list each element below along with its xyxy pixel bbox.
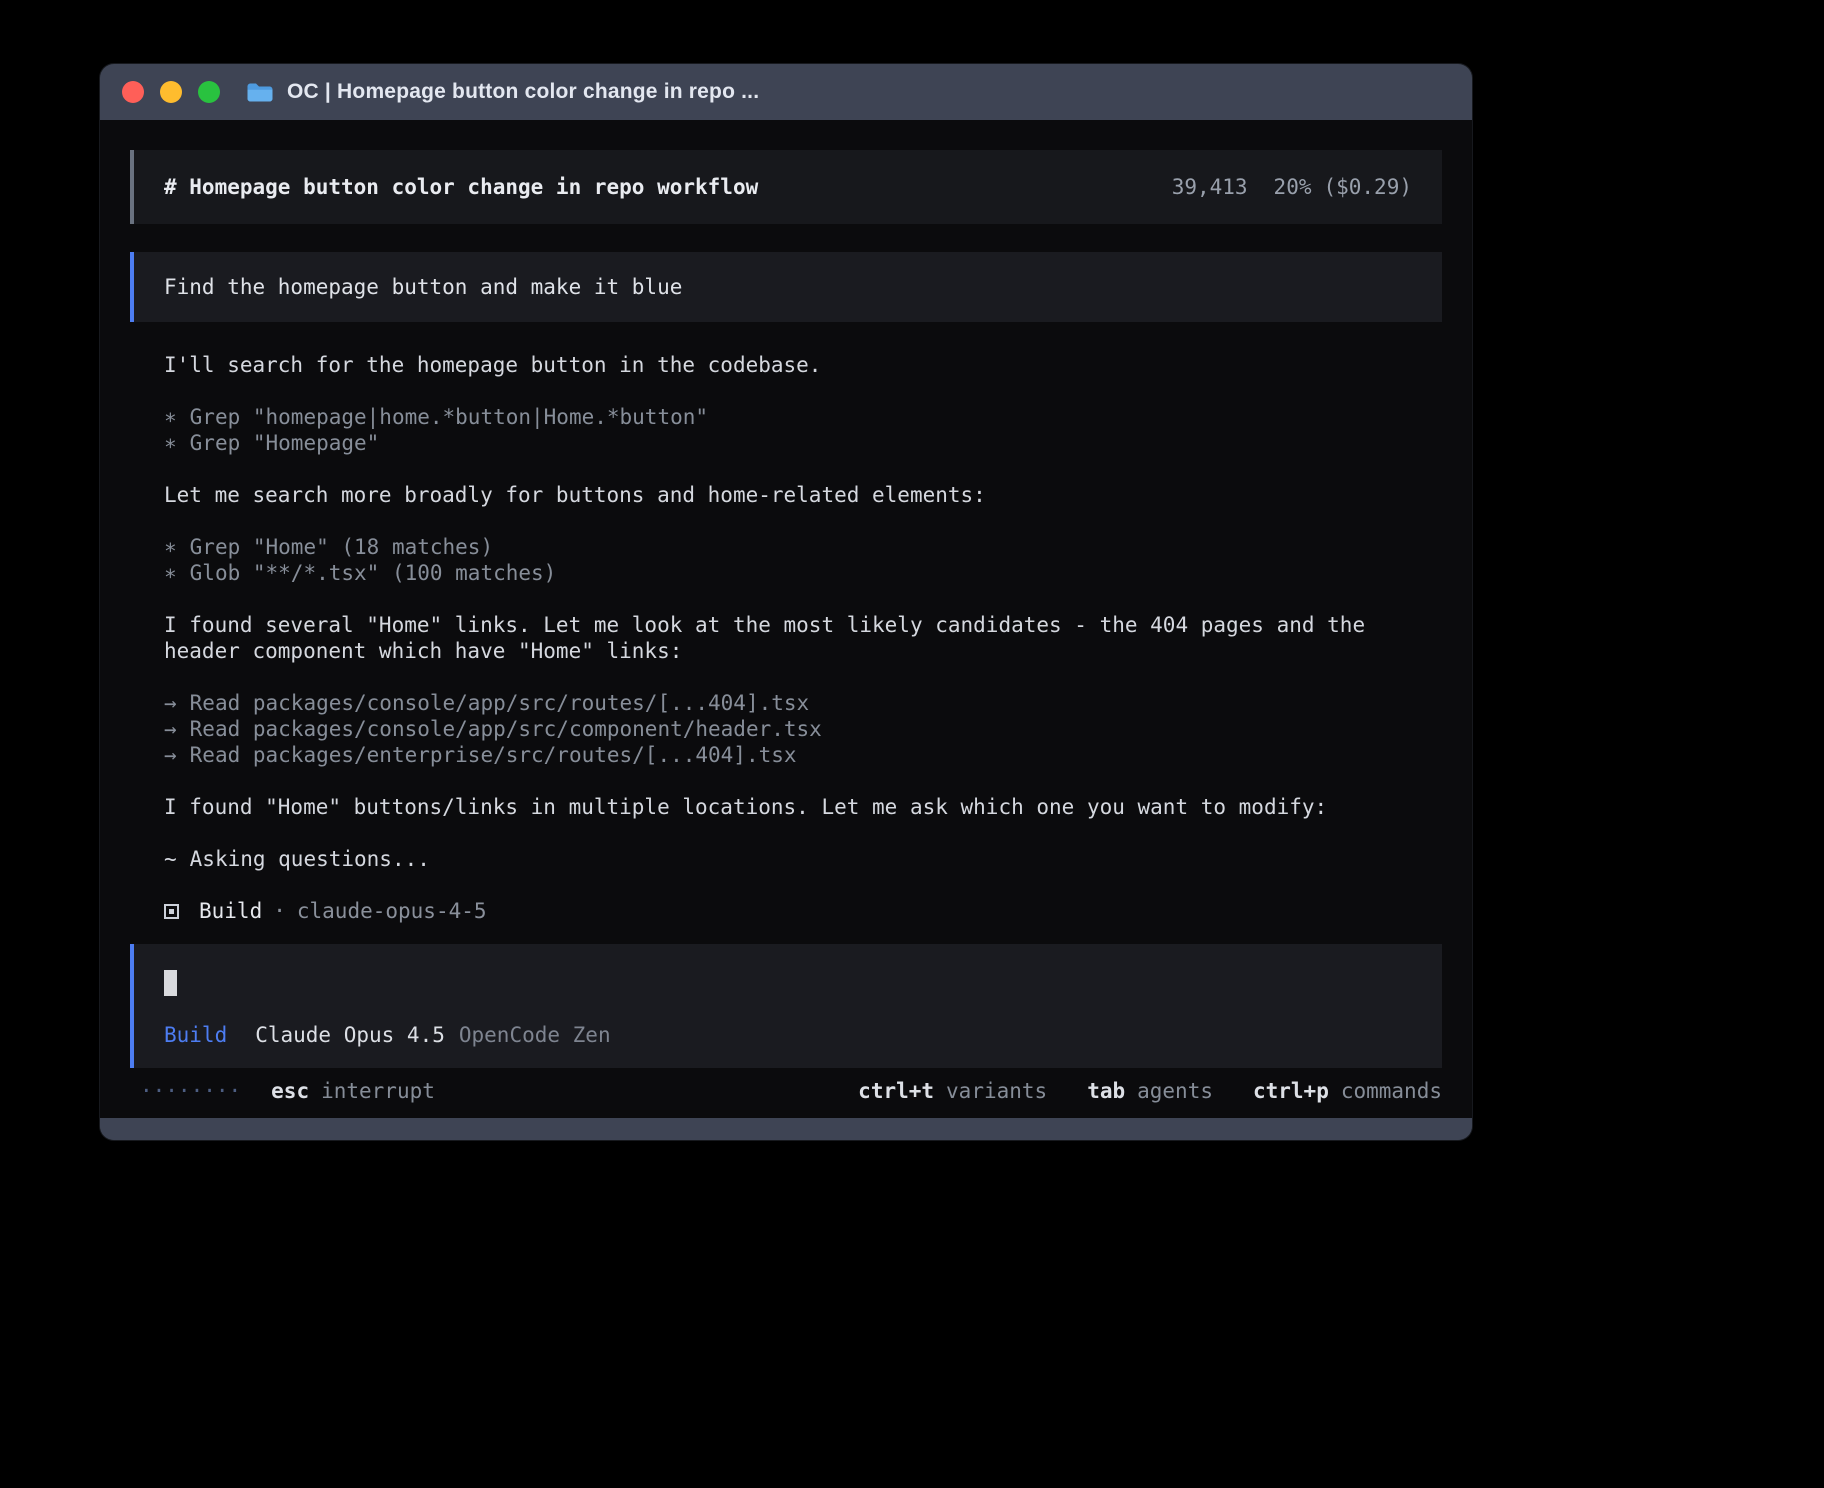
terminal-content: # Homepage button color change in repo w… bbox=[100, 120, 1472, 1118]
window-title-group: OC | Homepage button color change in rep… bbox=[246, 80, 759, 104]
session-header: # Homepage button color change in repo w… bbox=[130, 150, 1442, 224]
agent-model: claude-opus-4-5 bbox=[297, 898, 487, 924]
keybind-key: ctrl+p bbox=[1253, 1079, 1329, 1103]
arrow-right-icon: → bbox=[164, 717, 177, 741]
tool-call-line: ∗ Grep "Home" (18 matches) bbox=[164, 534, 1438, 560]
assistant-text-line: I found several "Home" links. Let me loo… bbox=[164, 612, 1438, 664]
asterisk-tool-icon: ∗ bbox=[164, 535, 177, 559]
traffic-lights bbox=[122, 81, 220, 103]
keybind-key: esc bbox=[271, 1079, 309, 1103]
zoom-button[interactable] bbox=[198, 81, 220, 103]
tool-call-line: ∗ Grep "Homepage" bbox=[164, 430, 1438, 456]
keybind-hint-esc: esc interrupt bbox=[271, 1078, 435, 1104]
keybind-hints-left: esc interrupt bbox=[271, 1078, 435, 1104]
tool-call-line: → Read packages/enterprise/src/routes/[..… bbox=[164, 742, 1438, 768]
agent-badge-line: Build · claude-opus-4-5 bbox=[164, 898, 1438, 924]
tool-call-text: Grep "homepage|home.*button|Home.*button… bbox=[190, 405, 708, 429]
folder-icon bbox=[246, 81, 274, 104]
blank-line bbox=[164, 456, 1438, 482]
close-button[interactable] bbox=[122, 81, 144, 103]
keybind-hints-right: ctrl+t variants tab agents ctrl+p commands bbox=[858, 1078, 1442, 1104]
agent-name: Build bbox=[199, 898, 262, 924]
spinner-dots-icon: ········ bbox=[140, 1078, 241, 1104]
conversation: I'll search for the homepage button in t… bbox=[130, 352, 1442, 924]
keybind-label: commands bbox=[1341, 1079, 1442, 1103]
tool-call-text: Grep "Homepage" bbox=[190, 431, 380, 455]
model-provider-label: OpenCode Zen bbox=[459, 1022, 611, 1048]
asterisk-tool-icon: ∗ bbox=[164, 405, 177, 429]
token-count: 39,413 bbox=[1172, 175, 1248, 199]
prompt-input-line bbox=[164, 970, 1412, 996]
model-name-label: Claude Opus 4.5 bbox=[255, 1022, 445, 1048]
window-bottom-edge bbox=[100, 1118, 1472, 1140]
terminal-window: OC | Homepage button color change in rep… bbox=[100, 64, 1472, 1140]
tool-call-line: → Read packages/console/app/src/routes/[.… bbox=[164, 690, 1438, 716]
working-status-line: ~ Asking questions... bbox=[164, 846, 1438, 872]
keybind-key: ctrl+t bbox=[858, 1079, 934, 1103]
tool-call-text: Grep "Home" (18 matches) bbox=[190, 535, 493, 559]
assistant-text-line: Let me search more broadly for buttons a… bbox=[164, 482, 1438, 508]
session-cost: ($0.29) bbox=[1323, 175, 1412, 199]
minimize-button[interactable] bbox=[160, 81, 182, 103]
arrow-right-icon: → bbox=[164, 743, 177, 767]
status-bar-left: ········ esc interrupt bbox=[140, 1078, 435, 1104]
keybind-key: tab bbox=[1087, 1079, 1125, 1103]
user-message: Find the homepage button and make it blu… bbox=[130, 252, 1442, 322]
tool-call-text: Glob "**/*.tsx" (100 matches) bbox=[190, 561, 557, 585]
keybind-hint-ctrl-t: ctrl+t variants bbox=[858, 1078, 1047, 1104]
keybind-label: variants bbox=[946, 1079, 1047, 1103]
tool-call-text: Read packages/enterprise/src/routes/[...… bbox=[190, 743, 797, 767]
session-stats: 39,413 20% ($0.29) bbox=[1172, 174, 1412, 200]
window-title: OC | Homepage button color change in rep… bbox=[287, 80, 759, 104]
status-bar: ········ esc interrupt ctrl+t variants taba… bbox=[130, 1078, 1442, 1104]
tool-call-text: Read packages/console/app/src/routes/[..… bbox=[190, 691, 810, 715]
assistant-text-line: I found "Home" buttons/links in multiple… bbox=[164, 794, 1438, 820]
keybind-label: interrupt bbox=[321, 1079, 435, 1103]
blank-line bbox=[164, 768, 1438, 794]
prompt-input[interactable]: Build Claude Opus 4.5 OpenCode Zen bbox=[130, 944, 1442, 1068]
tool-call-line: ∗ Grep "homepage|home.*button|Home.*butto… bbox=[164, 404, 1438, 430]
asterisk-tool-icon: ∗ bbox=[164, 431, 177, 455]
context-percent: 20% bbox=[1274, 175, 1312, 199]
tool-call-text: Asking questions... bbox=[190, 847, 430, 871]
blank-line bbox=[164, 872, 1438, 898]
keybind-hint-ctrl-p: ctrl+p commands bbox=[1253, 1078, 1442, 1104]
asterisk-tool-icon: ∗ bbox=[164, 561, 177, 585]
blank-line bbox=[164, 586, 1438, 612]
arrow-right-icon: → bbox=[164, 691, 177, 715]
text-cursor-block bbox=[164, 970, 177, 996]
tool-call-line: → Read packages/console/app/src/component… bbox=[164, 716, 1438, 742]
agent-mode-label: Build bbox=[164, 1022, 227, 1048]
blank-line bbox=[164, 378, 1438, 404]
agent-square-icon bbox=[164, 904, 179, 919]
assistant-text-line: I'll search for the homepage button in t… bbox=[164, 352, 1438, 378]
user-message-text: Find the homepage button and make it blu… bbox=[164, 274, 682, 300]
model-info-line: Build Claude Opus 4.5 OpenCode Zen bbox=[164, 1022, 1412, 1048]
keybind-hint-tab: tab agents bbox=[1087, 1078, 1213, 1104]
blank-line bbox=[164, 508, 1438, 534]
blank-line bbox=[164, 820, 1438, 846]
tilde-spinner-icon: ~ bbox=[164, 847, 177, 871]
blank-line bbox=[164, 664, 1438, 690]
tool-call-line: ∗ Glob "**/*.tsx" (100 matches) bbox=[164, 560, 1438, 586]
session-title: # Homepage button color change in repo w… bbox=[164, 174, 758, 200]
window-titlebar[interactable]: OC | Homepage button color change in rep… bbox=[100, 64, 1472, 120]
tool-call-text: Read packages/console/app/src/component/… bbox=[190, 717, 822, 741]
conversation-spacer bbox=[130, 924, 1442, 926]
keybind-label: agents bbox=[1137, 1079, 1213, 1103]
separator-dot: · bbox=[273, 898, 286, 924]
